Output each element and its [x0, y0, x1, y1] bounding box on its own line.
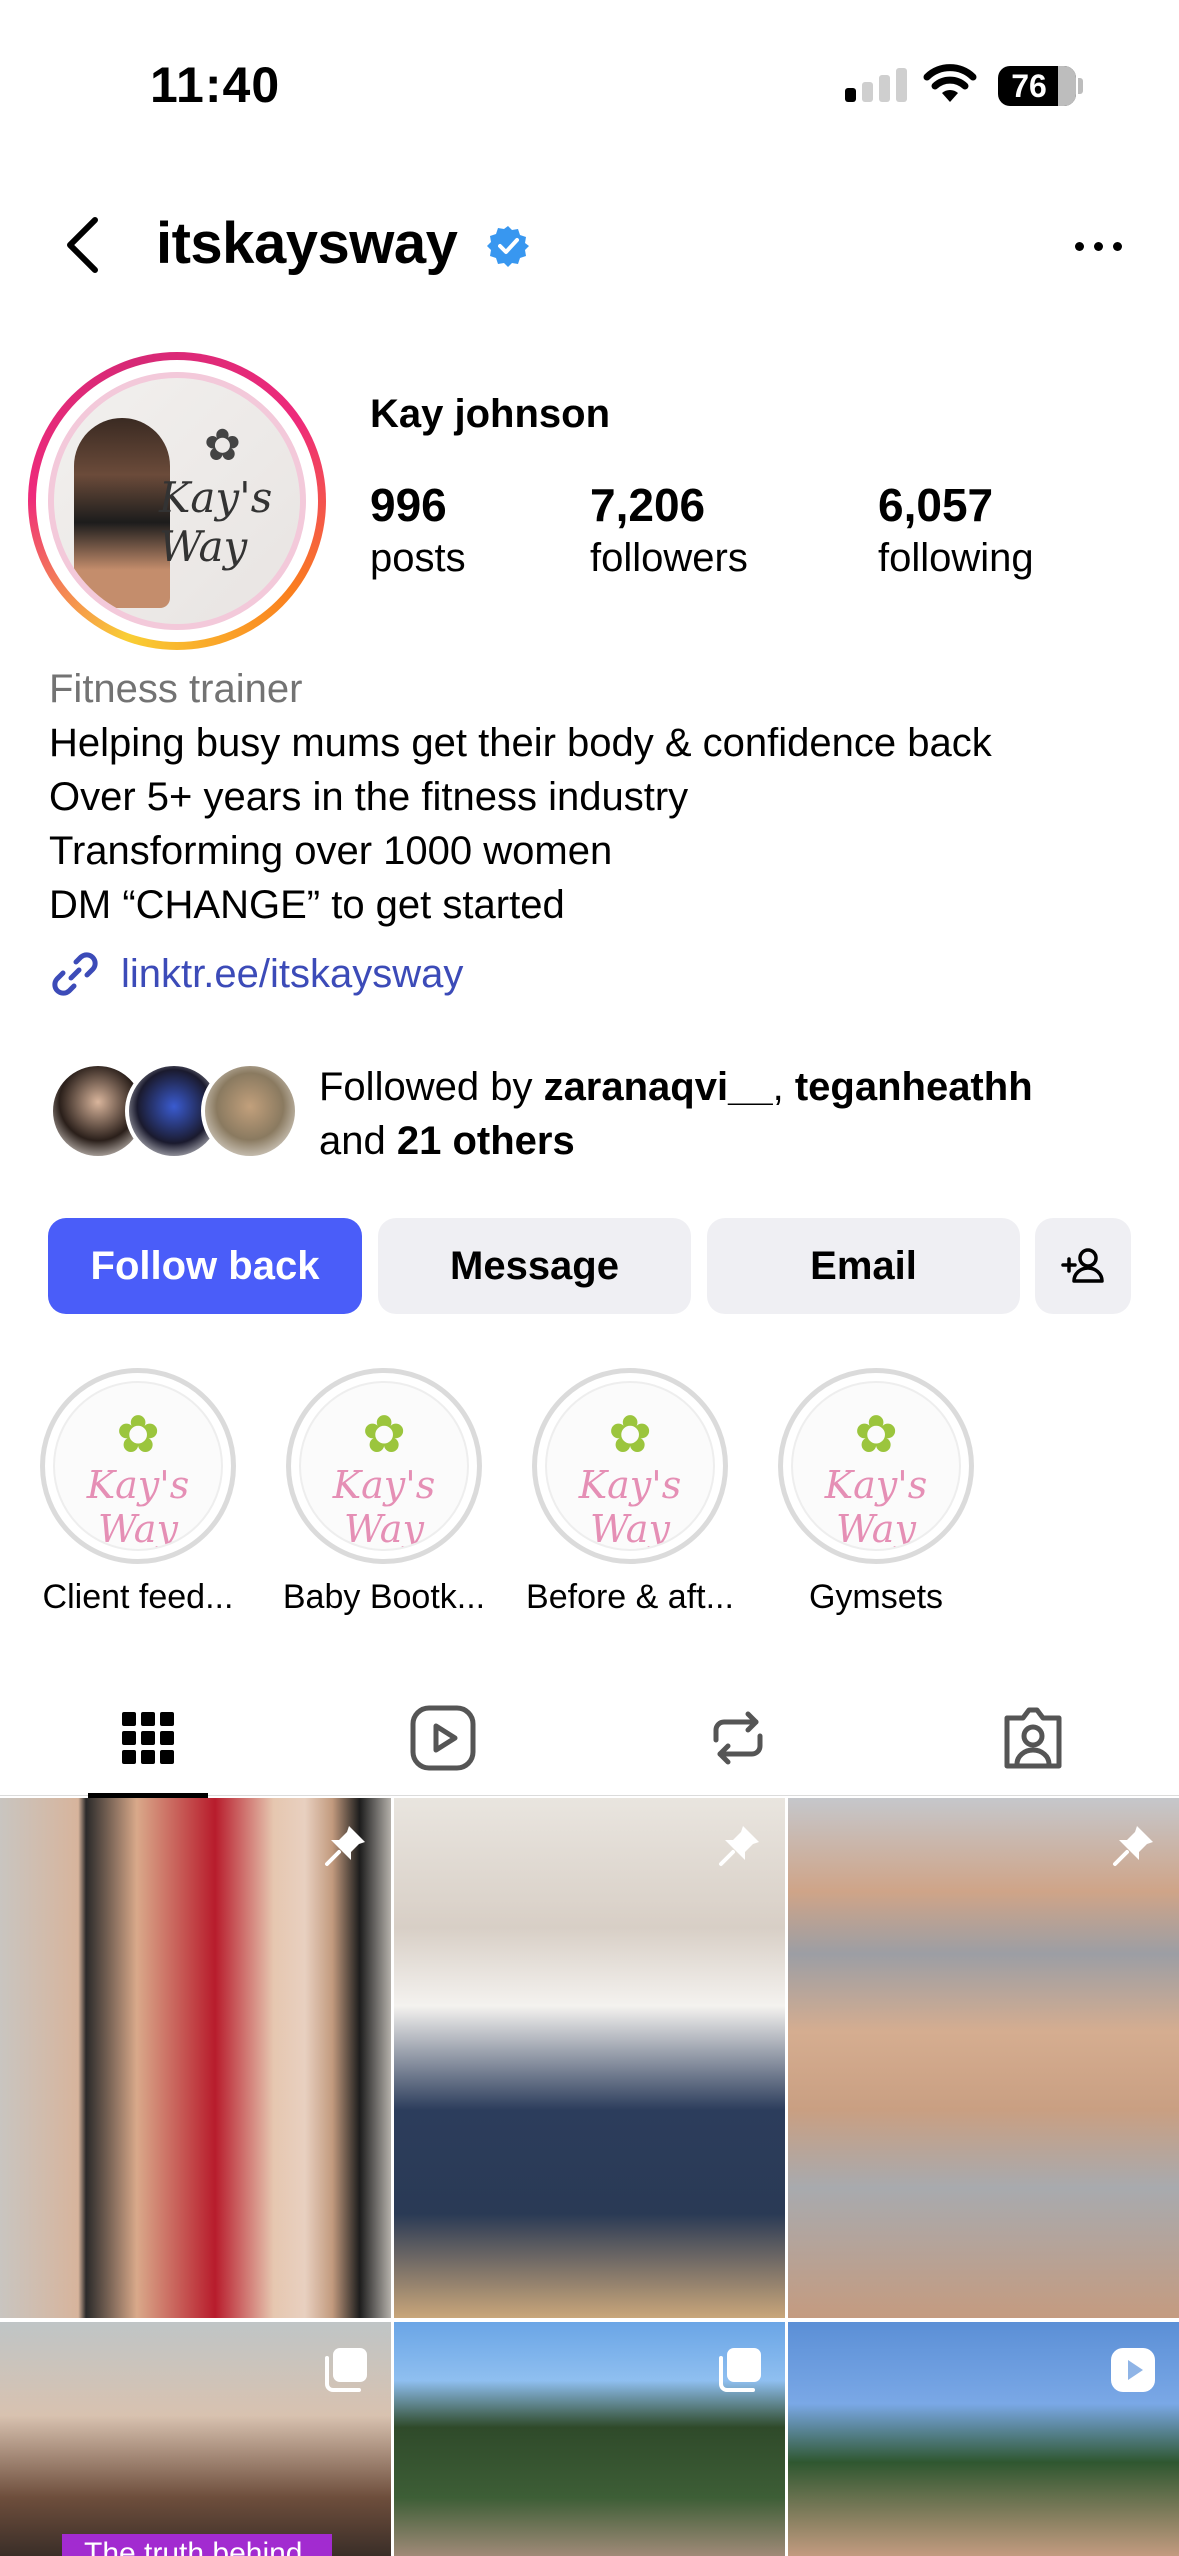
- separator: ,: [772, 1065, 795, 1109]
- posts-label: posts: [370, 536, 466, 580]
- highlight-label: Gymsets: [808, 1578, 944, 1616]
- back-button[interactable]: [50, 210, 120, 280]
- battery-percentage: 76: [1011, 68, 1047, 104]
- bio-line: Helping busy mums get their body & confi…: [49, 721, 992, 765]
- chevron-left-icon: [67, 217, 98, 273]
- highlight-label: Before & aft...: [526, 1578, 734, 1616]
- grid-icon: [121, 1712, 174, 1764]
- story-highlight[interactable]: ✿ Kay's Way Gymsets: [778, 1368, 974, 1617]
- posts-stat[interactable]: 996 posts: [370, 478, 466, 581]
- highlight-label: Client feed...: [42, 1578, 234, 1616]
- highlight-logo-text: Kay's Way: [86, 1463, 190, 1551]
- followers-count: 7,206: [590, 479, 706, 531]
- email-button[interactable]: Email: [707, 1218, 1020, 1314]
- pin-icon: [325, 1826, 365, 1866]
- repost-icon: [713, 1711, 762, 1765]
- profile-actions: Follow back Message Email: [48, 1218, 1131, 1314]
- profile-avatar[interactable]: ✿ Kay's Way: [28, 352, 326, 650]
- flower-icon: ✿: [204, 421, 241, 470]
- reels-icon: [410, 1705, 475, 1771]
- status-bar: 11:40 76: [0, 0, 1179, 160]
- flower-icon: ✿: [854, 1406, 898, 1464]
- bio-line: DM “CHANGE” to get started: [49, 883, 565, 927]
- battery-icon: 76: [998, 66, 1076, 106]
- flower-icon: ✿: [608, 1406, 652, 1464]
- add-person-icon: [1061, 1248, 1104, 1283]
- verified-badge-icon: [487, 226, 529, 267]
- followed-by[interactable]: Followed by zaranaqvi__, teganheathh and…: [49, 1060, 1149, 1170]
- profile-link[interactable]: linktr.ee/itskaysway: [49, 948, 463, 1000]
- highlight-logo-text: Kay's Way: [578, 1463, 682, 1551]
- carousel-icon: [325, 2348, 367, 2392]
- bio-line: Transforming over 1000 women: [49, 829, 613, 873]
- pin-icon: [1113, 1826, 1153, 1866]
- story-highlight[interactable]: ✿ Kay's Way Baby Bootk...: [283, 1368, 485, 1617]
- avatar-logo-text: Kay's Way: [159, 473, 273, 571]
- post-tile[interactable]: [394, 2322, 785, 2556]
- profile-header: itskaysway: [0, 190, 1179, 300]
- following-count: 6,057: [878, 479, 994, 531]
- profile-link-text: linktr.ee/itskaysway: [121, 951, 464, 996]
- mutual-username: zaranaqvi__: [543, 1065, 773, 1109]
- post-tile[interactable]: [0, 1798, 391, 2318]
- carousel-icon: [719, 2348, 761, 2392]
- more-options-button[interactable]: [1058, 228, 1138, 264]
- followers-stat[interactable]: 7,206 followers: [590, 478, 748, 581]
- reels-tab[interactable]: [295, 1680, 590, 1796]
- flower-icon: ✿: [362, 1406, 406, 1464]
- followers-label: followers: [590, 536, 748, 580]
- highlight-label: Baby Bootk...: [282, 1578, 486, 1616]
- highlight-logo-text: Kay's Way: [332, 1463, 436, 1551]
- suggested-accounts-button[interactable]: [1035, 1218, 1131, 1314]
- wifi-icon: [923, 64, 977, 102]
- story-highlight[interactable]: ✿ Kay's Way Client feed...: [40, 1368, 236, 1617]
- cellular-signal-icon: [845, 68, 907, 102]
- bio-line: Over 5+ years in the fitness industry: [49, 775, 689, 819]
- grid-tab[interactable]: [0, 1680, 295, 1796]
- story-highlight[interactable]: ✿ Kay's Way Before & aft...: [526, 1368, 734, 1617]
- and-text: and: [319, 1119, 397, 1163]
- follow-back-button[interactable]: Follow back: [48, 1218, 362, 1314]
- display-name: Kay johnson: [370, 392, 611, 436]
- following-stat[interactable]: 6,057 following: [878, 478, 1034, 581]
- reel-icon: [1111, 2348, 1155, 2392]
- tagged-tab[interactable]: [885, 1680, 1179, 1796]
- posts-count: 996: [370, 479, 447, 531]
- post-tile[interactable]: [0, 2322, 391, 2556]
- link-icon: [52, 952, 98, 996]
- mutual-avatars: [49, 1060, 299, 1160]
- pin-icon: [719, 1826, 759, 1866]
- post-tile[interactable]: [788, 1798, 1179, 2318]
- battery-nub: [1078, 78, 1083, 94]
- mutual-username: teganheathh: [794, 1065, 1033, 1109]
- post-tile[interactable]: [788, 2322, 1179, 2556]
- following-label: following: [878, 536, 1034, 580]
- profile-category: Fitness trainer: [49, 667, 303, 711]
- mutual-avatar: [201, 1062, 299, 1160]
- profile-username: itskaysway: [156, 211, 458, 276]
- others-count: 21 others: [396, 1119, 575, 1163]
- followed-by-prefix: Followed by: [319, 1065, 544, 1109]
- followed-by-text: Followed by zaranaqvi__, teganheathh and…: [319, 1060, 1033, 1168]
- bio: Fitness trainer Helping busy mums get th…: [49, 662, 1149, 932]
- reposts-tab[interactable]: [590, 1680, 885, 1796]
- status-time: 11:40: [150, 57, 281, 113]
- tagged-person-icon: [1004, 1707, 1061, 1769]
- flower-icon: ✿: [116, 1406, 160, 1464]
- post-caption-overlay: The truth behind: [62, 2534, 332, 2556]
- post-tile[interactable]: [394, 1798, 785, 2318]
- message-button[interactable]: Message: [378, 1218, 691, 1314]
- highlight-logo-text: Kay's Way: [824, 1463, 928, 1551]
- profile-tabs: [0, 1680, 1179, 1796]
